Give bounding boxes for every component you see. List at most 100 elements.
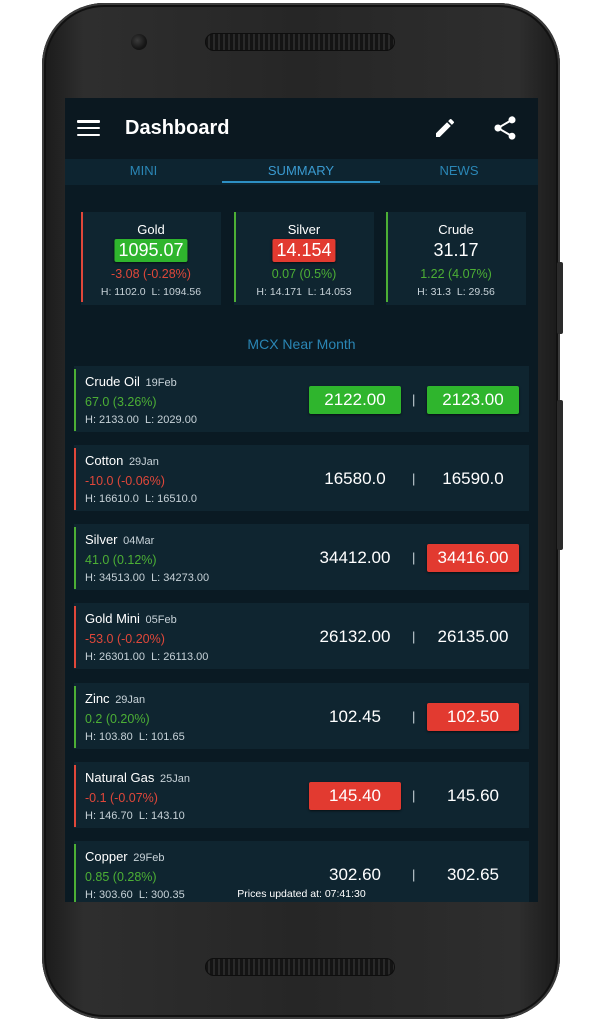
bid-price[interactable]: 102.45 <box>309 703 401 731</box>
commodity-name: Silver 04Mar <box>85 532 154 547</box>
front-camera <box>131 34 147 50</box>
bid-price[interactable]: 302.60 <box>309 861 401 889</box>
tab-bar: MINI SUMMARY NEWS <box>65 159 538 185</box>
price-separator: | <box>412 392 416 407</box>
high-low: H: 31.3 L: 29.56 <box>386 286 526 298</box>
high-value: H: 26301.00 <box>85 651 145 663</box>
low-value: L: 29.56 <box>456 286 495 298</box>
price-separator: | <box>412 629 416 644</box>
expiry-date: 29Jan <box>115 694 146 706</box>
bid-price[interactable]: 2122.00 <box>309 386 401 414</box>
high-value: H: 31.3 <box>417 286 452 298</box>
low-value: L: 14.053 <box>307 286 352 298</box>
volume-button[interactable] <box>557 400 563 550</box>
earpiece-speaker <box>205 33 395 51</box>
expiry-date: 04Mar <box>123 535 155 547</box>
section-title: MCX Near Month <box>247 336 356 352</box>
summary-card-gold[interactable]: Gold 1095.07 -3.08 (-0.28%) H: 1102.0 L:… <box>81 212 221 305</box>
low-value: L: 34273.00 <box>151 572 210 584</box>
bid-price[interactable]: 145.40 <box>309 782 401 810</box>
power-button[interactable] <box>557 262 563 334</box>
price-update-status: Prices updated at: 07:41:30 <box>237 888 366 900</box>
high-value: H: 34513.00 <box>85 572 145 584</box>
price-change: -0.1 (-0.07%) <box>85 791 158 805</box>
ask-price[interactable]: 302.65 <box>427 861 519 889</box>
app-screen: Dashboard MINI SUMMARY NEWS Gold 1095.07… <box>65 98 538 902</box>
price-change: 0.2 (0.20%) <box>85 712 150 726</box>
list-item[interactable]: Silver 04Mar 41.0 (0.12%) H: 34513.00 L:… <box>74 524 529 590</box>
trend-bar <box>74 527 76 589</box>
price-change: 41.0 (0.12%) <box>85 553 157 567</box>
ask-price[interactable]: 16590.0 <box>427 465 519 493</box>
commodity-name: Gold <box>137 222 165 237</box>
price-badge: 14.154 <box>272 239 336 262</box>
summary-card-crude[interactable]: Crude 31.17 1.22 (4.07%) H: 31.3 L: 29.5… <box>386 212 526 305</box>
expiry-date: 19Feb <box>145 377 177 389</box>
tab-news[interactable]: NEWS <box>380 159 538 185</box>
price-separator: | <box>412 471 416 486</box>
bid-price[interactable]: 16580.0 <box>309 465 401 493</box>
high-low: H: 103.80 L: 101.65 <box>85 731 185 743</box>
ask-price[interactable]: 34416.00 <box>427 544 519 572</box>
commodity-name: Cotton 29Jan <box>85 453 159 468</box>
low-value: L: 2029.00 <box>144 414 197 426</box>
price-separator: | <box>412 788 416 803</box>
bottom-speaker <box>205 958 395 976</box>
price-change: 67.0 (3.26%) <box>85 395 157 409</box>
name-text: Natural Gas <box>85 770 155 785</box>
list-item[interactable]: Zinc 29Jan 0.2 (0.20%) H: 103.80 L: 101.… <box>74 683 529 749</box>
ask-price[interactable]: 26135.00 <box>427 623 519 651</box>
high-value: H: 16610.0 <box>85 493 139 505</box>
list-item[interactable]: Cotton 29Jan -10.0 (-0.06%) H: 16610.0 L… <box>74 445 529 511</box>
high-low: H: 146.70 L: 143.10 <box>85 810 185 822</box>
high-low: H: 26301.00 L: 26113.00 <box>85 651 208 663</box>
trend-bar <box>74 448 76 510</box>
page-title: Dashboard <box>125 117 230 139</box>
high-value: H: 1102.0 <box>100 286 146 298</box>
menu-icon[interactable] <box>77 120 100 137</box>
list-item[interactable]: Crude Oil 19Feb 67.0 (3.26%) H: 2133.00 … <box>74 366 529 432</box>
price-separator: | <box>412 550 416 565</box>
high-low: H: 2133.00 L: 2029.00 <box>85 414 197 426</box>
ask-price[interactable]: 145.60 <box>427 782 519 810</box>
price-value: 31.17 <box>433 240 479 260</box>
low-value: L: 101.65 <box>138 731 185 743</box>
trend-bar <box>74 606 76 668</box>
high-value: H: 2133.00 <box>85 414 139 426</box>
bid-price[interactable]: 26132.00 <box>309 623 401 651</box>
list-item[interactable]: Natural Gas 25Jan -0.1 (-0.07%) H: 146.7… <box>74 762 529 828</box>
price-separator: | <box>412 867 416 882</box>
expiry-date: 29Jan <box>128 456 159 468</box>
edit-icon[interactable] <box>433 116 457 140</box>
summary-card-silver[interactable]: Silver 14.154 0.07 (0.5%) H: 14.171 L: 1… <box>234 212 374 305</box>
name-text: Crude Oil <box>85 374 140 389</box>
bid-price[interactable]: 34412.00 <box>309 544 401 572</box>
low-value: L: 26113.00 <box>151 651 209 663</box>
price-change: -10.0 (-0.06%) <box>85 474 165 488</box>
name-text: Gold Mini <box>85 611 140 626</box>
high-value: H: 14.171 <box>256 286 302 298</box>
active-tab-indicator <box>222 181 380 183</box>
high-value: H: 103.80 <box>85 731 133 743</box>
low-value: L: 16510.0 <box>144 493 197 505</box>
tab-mini[interactable]: MINI <box>65 159 222 185</box>
high-low: H: 16610.0 L: 16510.0 <box>85 493 197 505</box>
expiry-date: 25Jan <box>160 773 190 785</box>
high-low: H: 1102.0 L: 1094.56 <box>81 286 221 298</box>
high-low: H: 34513.00 L: 34273.00 <box>85 572 209 584</box>
commodity-name: Crude Oil 19Feb <box>85 374 177 389</box>
low-value: L: 143.10 <box>138 810 185 822</box>
trend-bar <box>74 369 76 431</box>
expiry-date: 29Feb <box>133 852 165 864</box>
ask-price[interactable]: 2123.00 <box>427 386 519 414</box>
ask-price[interactable]: 102.50 <box>427 703 519 731</box>
commodity-name: Crude <box>438 222 474 237</box>
high-low: H: 14.171 L: 14.053 <box>234 286 374 298</box>
expiry-date: 05Feb <box>145 614 177 626</box>
name-text: Cotton <box>85 453 124 468</box>
share-icon[interactable] <box>491 114 519 142</box>
price-change: -53.0 (-0.20%) <box>85 632 165 646</box>
list-item[interactable]: Gold Mini 05Feb -53.0 (-0.20%) H: 26301.… <box>74 603 529 669</box>
price-badge: 1095.07 <box>114 239 188 262</box>
trend-bar <box>74 686 76 748</box>
